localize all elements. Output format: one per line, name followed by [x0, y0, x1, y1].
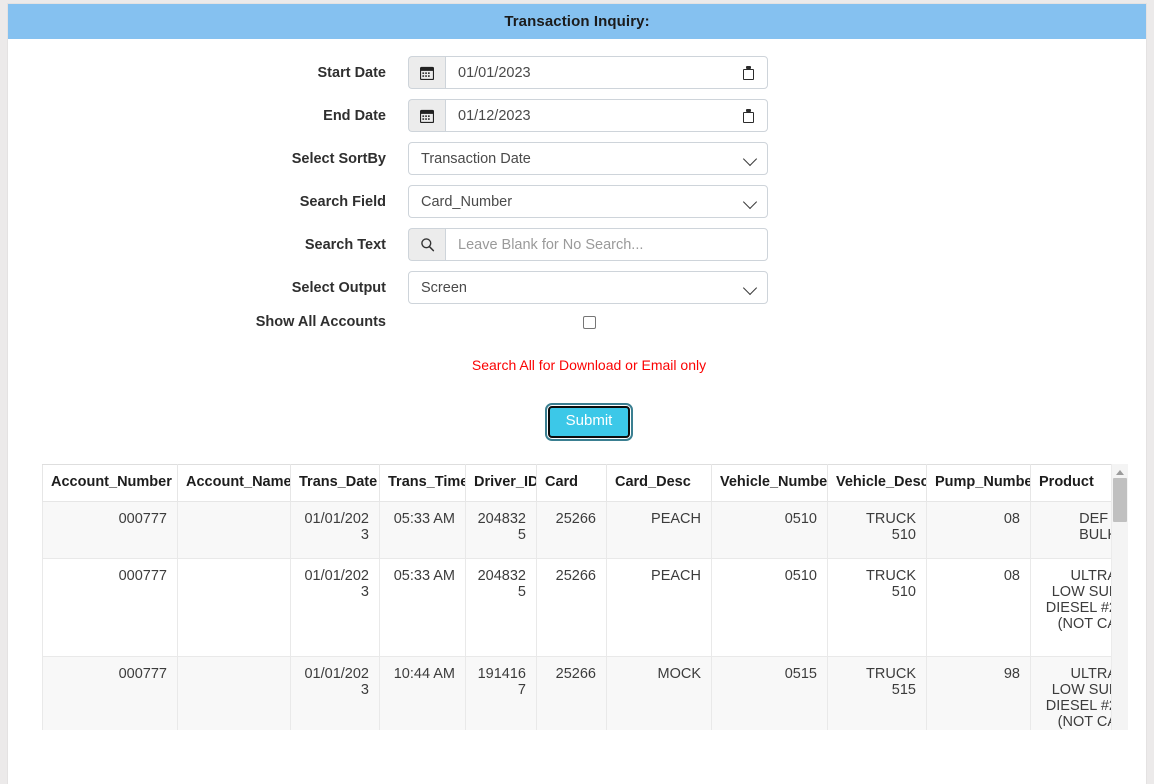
chevron-down-icon	[742, 151, 758, 167]
cell-trans-date: 01/01/2023	[290, 557, 380, 657]
search-text-label: Search Text	[304, 236, 386, 253]
start-date-input-group[interactable]: 01/01/2023	[408, 56, 768, 89]
sort-by-label: Select SortBy	[291, 150, 386, 167]
start-date-value: 01/01/2023	[458, 64, 531, 81]
inquiry-panel: Transaction Inquiry: Start Date 01/01/20…	[8, 4, 1146, 784]
table-row: 000777 01/01/2023 10:44 AM 1914167 25266…	[42, 655, 1128, 730]
scroll-up-arrow-icon[interactable]	[1116, 469, 1124, 475]
cell-card-desc: MOCK	[606, 655, 712, 730]
cell-pump-number: 98	[926, 655, 1031, 730]
search-text-input-group[interactable]: Leave Blank for No Search...	[408, 228, 768, 261]
column-header-trans-time[interactable]: Trans_Time	[379, 463, 466, 502]
output-label: Select Output	[291, 279, 386, 296]
form-row-search-field: Search Field Card_Number	[8, 185, 1146, 218]
date-picker-icon[interactable]	[742, 65, 755, 80]
column-header-pump-number[interactable]: Pump_Number	[926, 463, 1031, 502]
cell-pump-number: 08	[926, 557, 1031, 657]
search-icon	[408, 228, 445, 261]
form-row-search-text: Search Text Leave Blank for No Search...	[8, 228, 1146, 261]
cell-vehicle-number: 0515	[711, 655, 828, 730]
search-field-value: Card_Number	[421, 193, 513, 210]
submit-button[interactable]: Submit	[544, 403, 634, 441]
form-row-note: Search All for Download or Email only	[8, 357, 1146, 373]
search-all-note: Search All for Download or Email only	[471, 357, 707, 373]
results-table-container: Account_Number Account_Name Trans_Date T…	[42, 463, 1128, 730]
cell-vehicle-desc: TRUCK 510	[827, 500, 927, 559]
output-value: Screen	[421, 279, 467, 296]
cell-driver-id: 2048325	[465, 500, 537, 559]
sort-by-value: Transaction Date	[421, 150, 531, 167]
end-date-field[interactable]: 01/12/2023	[445, 99, 768, 132]
column-header-vehicle-number[interactable]: Vehicle_Number	[711, 463, 828, 502]
column-header-card[interactable]: Card	[536, 463, 607, 502]
cell-card-desc: PEACH	[606, 500, 712, 559]
cell-vehicle-number: 0510	[711, 557, 828, 657]
output-select[interactable]: Screen	[408, 271, 768, 304]
cell-driver-id: 1914167	[465, 655, 537, 730]
form-row-show-all-accounts: Show All Accounts	[8, 314, 1146, 330]
cell-trans-date: 01/01/2023	[290, 655, 380, 730]
table-row: 000777 01/01/2023 05:33 AM 2048325 25266…	[42, 500, 1128, 559]
column-header-trans-date[interactable]: Trans_Date	[290, 463, 380, 502]
cell-vehicle-desc: TRUCK 515	[827, 655, 927, 730]
cell-account-name	[177, 655, 291, 730]
date-picker-icon[interactable]	[742, 108, 755, 123]
cell-card: 25266	[536, 655, 607, 730]
inquiry-form: Start Date 01/01/2023 End Date 01/12/202…	[8, 39, 1146, 441]
show-all-accounts-checkbox[interactable]	[582, 315, 596, 329]
cell-driver-id: 2048325	[465, 557, 537, 657]
end-date-label: End Date	[323, 107, 386, 124]
cell-vehicle-desc: TRUCK 510	[827, 557, 927, 657]
search-input[interactable]: Leave Blank for No Search...	[445, 228, 768, 261]
end-date-input-group[interactable]: 01/12/2023	[408, 99, 768, 132]
form-row-end-date: End Date 01/12/2023	[8, 99, 1146, 132]
cell-account-number: 000777	[42, 500, 178, 559]
cell-trans-time: 10:44 AM	[379, 655, 466, 730]
column-header-account-name[interactable]: Account_Name	[177, 463, 291, 502]
cell-account-number: 000777	[42, 557, 178, 657]
cell-card: 25266	[536, 557, 607, 657]
table-vertical-scrollbar[interactable]	[1111, 463, 1128, 730]
sort-by-select[interactable]: Transaction Date	[408, 142, 768, 175]
cell-card-desc: PEACH	[606, 557, 712, 657]
cell-account-number: 000777	[42, 655, 178, 730]
form-row-sort-by: Select SortBy Transaction Date	[8, 142, 1146, 175]
cell-card: 25266	[536, 500, 607, 559]
cell-pump-number: 08	[926, 500, 1031, 559]
search-input-placeholder: Leave Blank for No Search...	[458, 236, 644, 253]
column-header-driver-id[interactable]: Driver_ID	[465, 463, 537, 502]
start-date-label: Start Date	[317, 64, 387, 81]
column-header-vehicle-desc[interactable]: Vehicle_Desc	[827, 463, 927, 502]
search-field-label: Search Field	[299, 193, 386, 210]
cell-trans-time: 05:33 AM	[379, 500, 466, 559]
page-title: Transaction Inquiry:	[504, 13, 650, 30]
start-date-field[interactable]: 01/01/2023	[445, 56, 768, 89]
column-header-card-desc[interactable]: Card_Desc	[606, 463, 712, 502]
end-date-value: 01/12/2023	[458, 107, 531, 124]
cell-account-name	[177, 557, 291, 657]
search-field-select[interactable]: Card_Number	[408, 185, 768, 218]
cell-vehicle-number: 0510	[711, 500, 828, 559]
cell-account-name	[177, 500, 291, 559]
calendar-icon	[408, 56, 445, 89]
form-row-start-date: Start Date 01/01/2023	[8, 56, 1146, 89]
form-row-output: Select Output Screen	[8, 271, 1146, 304]
scrollbar-thumb[interactable]	[1113, 477, 1127, 522]
panel-header: Transaction Inquiry:	[8, 4, 1146, 39]
chevron-down-icon	[742, 194, 758, 210]
show-all-accounts-label: Show All Accounts	[255, 314, 386, 330]
chevron-down-icon	[742, 280, 758, 296]
cell-trans-time: 05:33 AM	[379, 557, 466, 657]
results-table: Account_Number Account_Name Trans_Date T…	[42, 463, 1128, 730]
table-header-row: Account_Number Account_Name Trans_Date T…	[42, 463, 1128, 502]
column-header-account-number[interactable]: Account_Number	[42, 463, 178, 502]
table-row: 000777 01/01/2023 05:33 AM 2048325 25266…	[42, 557, 1128, 657]
calendar-icon	[408, 99, 445, 132]
form-row-submit: Submit	[8, 403, 1146, 441]
cell-trans-date: 01/01/2023	[290, 500, 380, 559]
